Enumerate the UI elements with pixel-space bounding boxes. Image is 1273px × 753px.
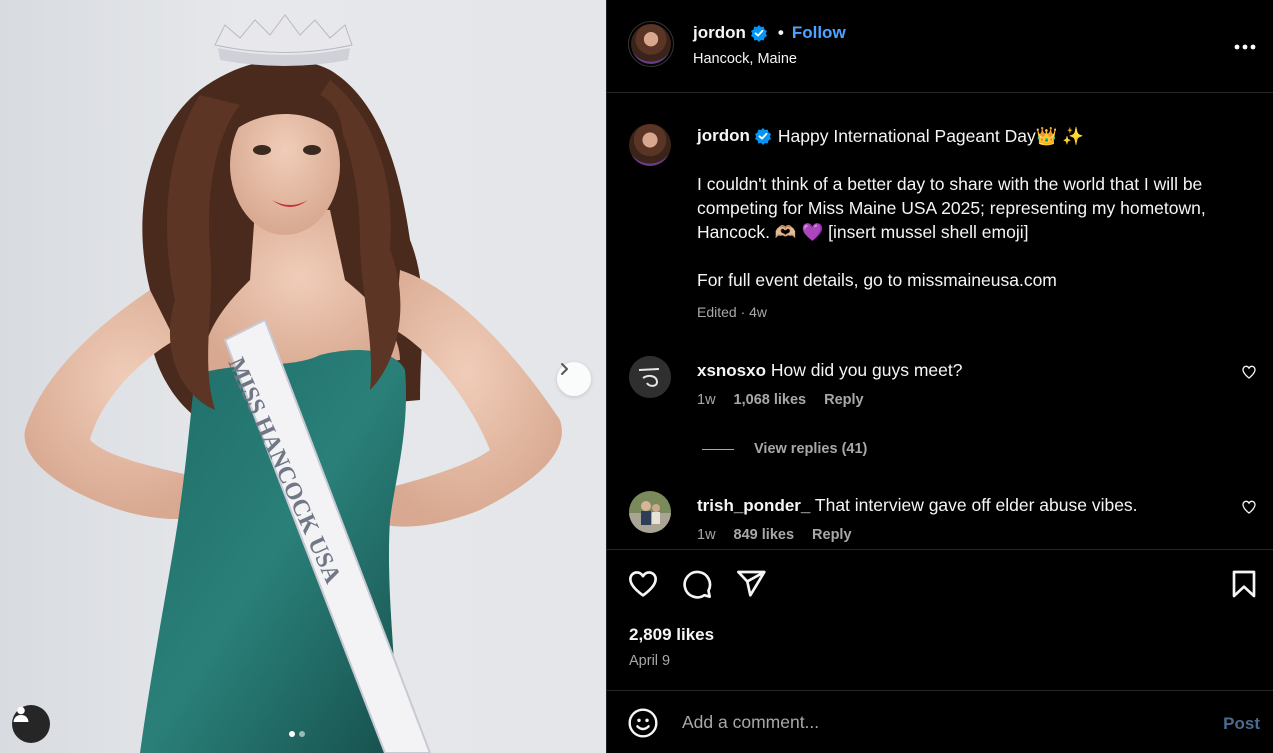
caption-meta: Edited · 4w xyxy=(697,304,768,320)
add-comment-input[interactable] xyxy=(682,712,1162,733)
comment-bubble-icon[interactable] xyxy=(681,568,713,600)
caption-paragraph-3: For full event details, go to missmaineu… xyxy=(697,270,1057,290)
commenter-username[interactable]: xsnosxo xyxy=(697,361,766,380)
reply-button[interactable]: Reply xyxy=(824,392,864,408)
comment-likes[interactable]: 849 likes xyxy=(734,527,794,543)
follow-button[interactable]: Follow xyxy=(792,23,846,43)
like-comment-heart-icon[interactable] xyxy=(1241,499,1257,515)
caption-username[interactable]: jordon xyxy=(697,124,750,148)
carousel-indicator xyxy=(289,731,305,737)
post-header: jordon • Follow Hancock, Maine xyxy=(607,0,1273,93)
comment-time[interactable]: 1w xyxy=(697,527,716,543)
verified-badge-icon xyxy=(750,25,767,42)
post-side-panel: jordon • Follow Hancock, Maine jordon Ha… xyxy=(606,0,1273,753)
like-count[interactable]: 2,809 likes xyxy=(629,625,714,645)
comment-text: How did you guys meet? xyxy=(770,360,963,380)
author-avatar[interactable] xyxy=(628,21,674,67)
share-paper-plane-icon[interactable] xyxy=(735,568,767,600)
portrait-illustration: MISS HANCOCK USA xyxy=(24,14,562,753)
comment-text: That interview gave off elder abuse vibe… xyxy=(814,495,1138,515)
comments-scroll-area[interactable]: jordon Happy International Pageant Day👑 … xyxy=(607,94,1273,549)
avatar-image xyxy=(629,491,671,533)
next-slide-button[interactable] xyxy=(557,362,591,396)
post-date: April 9 xyxy=(629,653,671,669)
like-comment-heart-icon[interactable] xyxy=(1241,364,1257,380)
comment-time[interactable]: 1w xyxy=(697,392,716,408)
verified-badge-icon xyxy=(754,128,771,145)
commenter-avatar[interactable] xyxy=(629,491,671,533)
carousel-dot-2 xyxy=(299,731,305,737)
header-separator: • xyxy=(777,23,784,42)
like-heart-icon[interactable] xyxy=(627,568,659,600)
add-comment-bar: Post xyxy=(607,690,1273,753)
post-comment-button[interactable]: Post xyxy=(1223,714,1260,734)
author-username[interactable]: jordon xyxy=(693,23,746,43)
post-photo[interactable]: MISS HANCOCK USA xyxy=(0,0,606,753)
carousel-dot-1 xyxy=(289,731,295,737)
reply-button[interactable]: Reply xyxy=(812,527,852,543)
post-caption: jordon Happy International Pageant Day👑 … xyxy=(697,124,1257,324)
post-location[interactable]: Hancock, Maine xyxy=(693,51,797,67)
view-replies-button[interactable]: View replies (41) xyxy=(702,441,867,457)
more-horizontal-icon xyxy=(1234,44,1256,50)
emoji-smiley-icon[interactable] xyxy=(627,707,659,739)
comment-likes[interactable]: 1,068 likes xyxy=(734,392,807,408)
caption-paragraph-2: I couldn't think of a better day to shar… xyxy=(697,174,1206,242)
save-bookmark-icon[interactable] xyxy=(1228,568,1260,600)
user-icon xyxy=(13,706,29,722)
chevron-right-icon xyxy=(561,363,568,375)
caption-line-1: Happy International Pageant Day👑 ✨ xyxy=(777,126,1085,146)
post-actions: 2,809 likes April 9 xyxy=(607,549,1273,689)
more-options-button[interactable] xyxy=(1234,30,1256,56)
replies-divider xyxy=(702,448,734,450)
caption-avatar[interactable] xyxy=(629,124,671,166)
commenter-avatar[interactable] xyxy=(629,356,671,398)
tagged-users-button[interactable] xyxy=(12,705,50,743)
commenter-username[interactable]: trish_ponder_ xyxy=(697,496,810,515)
view-replies-label: View replies (41) xyxy=(754,441,868,457)
avatar-image xyxy=(629,356,671,398)
